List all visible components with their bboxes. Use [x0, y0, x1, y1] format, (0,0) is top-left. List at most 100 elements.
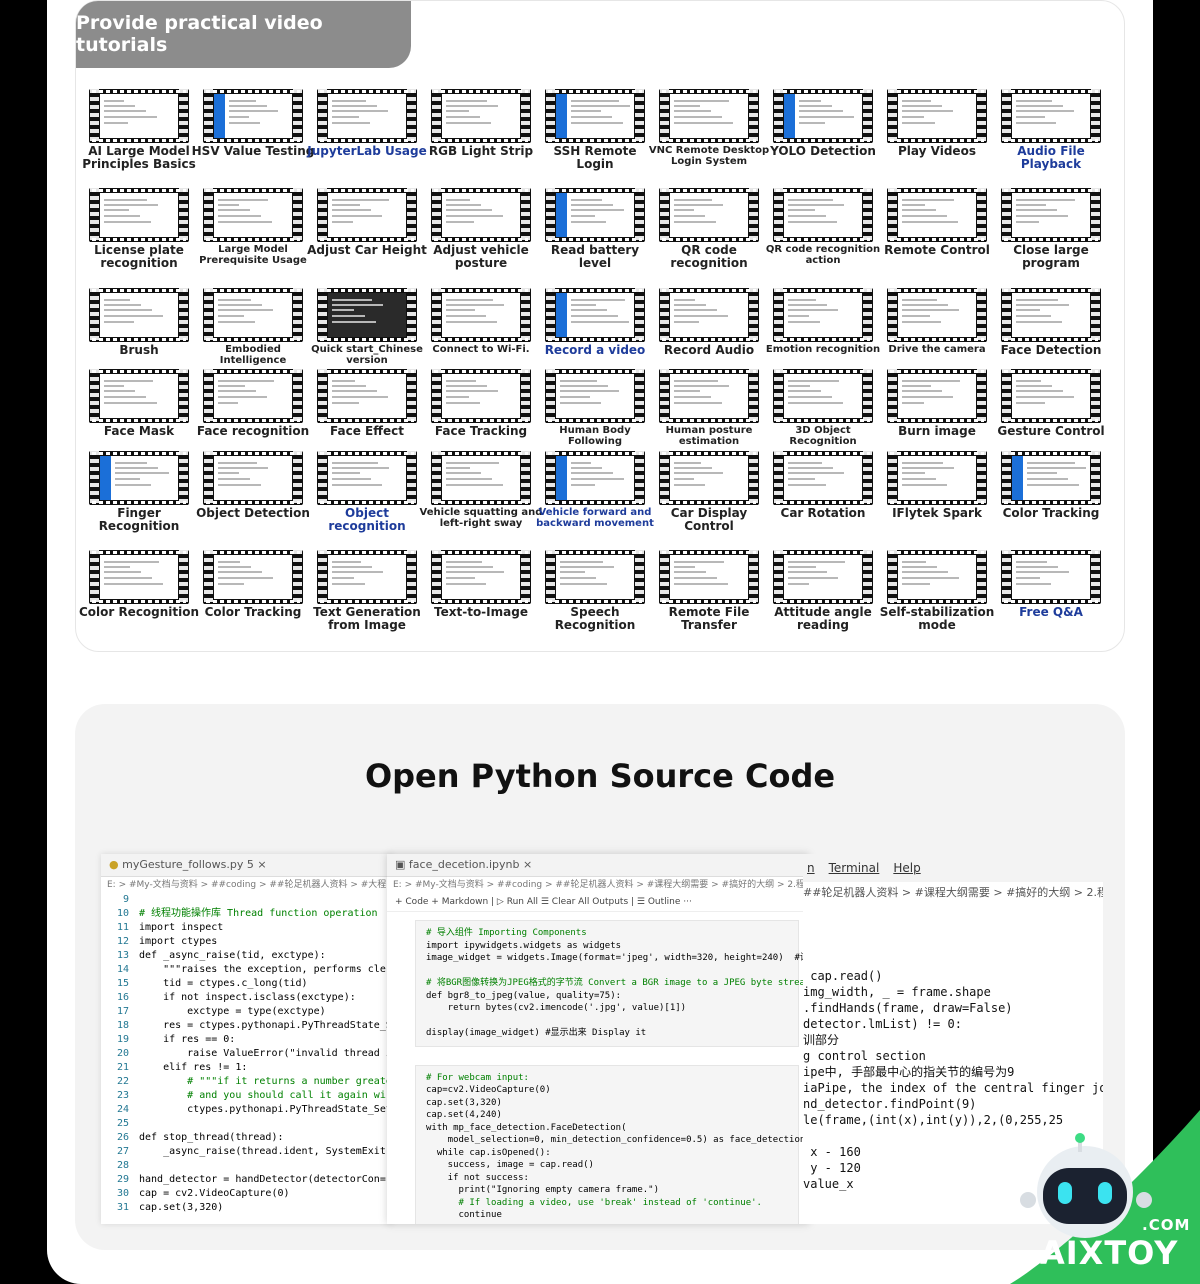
menu-item[interactable]: Terminal	[829, 861, 880, 875]
code-line: image_widget = widgets.Image(format='jpe…	[426, 953, 809, 963]
tutorial-label: Face recognition	[196, 424, 310, 438]
tutorial-tile[interactable]: Color Recognition	[79, 550, 199, 635]
tutorial-tile[interactable]: RGB Light Strip	[424, 89, 538, 174]
code-line: continue	[426, 1210, 502, 1220]
line-number: 26	[116, 1132, 129, 1143]
line-number: 13	[116, 950, 129, 961]
tutorial-tile[interactable]: Car Rotation	[766, 451, 880, 536]
tutorial-tile[interactable]: Quick start_Chinese version	[310, 288, 424, 373]
video-thumbnail	[773, 288, 873, 342]
tutorial-tile[interactable]: Remote Control	[880, 188, 994, 273]
tutorial-label: Large Model Prerequisite Usage	[199, 244, 307, 266]
video-thumbnail	[1001, 550, 1101, 604]
tutorial-tile[interactable]: Embodied Intelligence	[196, 288, 310, 373]
brand-domain: .COM	[1142, 1216, 1191, 1234]
tutorial-tile[interactable]: Burn image	[880, 369, 994, 454]
tutorial-tile[interactable]: Color Tracking	[994, 451, 1108, 536]
tutorial-tile[interactable]: Object recognition	[310, 451, 424, 536]
tutorial-tile[interactable]: Attitude angle reading	[766, 550, 880, 635]
tutorial-tile[interactable]: Brush	[82, 288, 196, 373]
tutorial-tile[interactable]: JupyterLab Usage	[307, 89, 427, 174]
line-number: 9	[122, 894, 129, 905]
tutorial-tile[interactable]: Face Mask	[82, 369, 196, 454]
code-text: raise ValueError("invalid thread i	[139, 1048, 392, 1059]
tutorial-label: Vehicle squatting and left-right sway	[419, 507, 543, 529]
tutorial-tile[interactable]: Adjust vehicle posture	[424, 188, 538, 273]
tutorial-tile[interactable]: SSH Remote Login	[538, 89, 652, 174]
video-thumbnail	[887, 369, 987, 423]
tutorial-tile[interactable]: Object Detection	[196, 451, 310, 536]
tutorial-tile[interactable]: Emotion recognition	[766, 288, 880, 373]
tutorial-tile[interactable]: Large Model Prerequisite Usage	[196, 188, 310, 273]
editor-tab[interactable]: ● myGesture_follows.py 5 ×	[101, 854, 393, 877]
notebook-tab[interactable]: ▣ face_decetion.ipynb ×	[387, 854, 809, 877]
menu-item[interactable]: Help	[893, 861, 920, 875]
tutorial-tile[interactable]: Face Effect	[310, 369, 424, 454]
tutorial-tile[interactable]: Color Tracking	[196, 550, 310, 635]
tutorial-tile[interactable]: Speech Recognition	[538, 550, 652, 635]
video-thumbnail	[203, 288, 303, 342]
close-icon[interactable]: ×	[257, 858, 266, 871]
tutorial-tile[interactable]: Audio File Playback	[994, 89, 1108, 174]
tutorial-tile[interactable]: Finger Recognition	[82, 451, 196, 536]
code-text: hand_detector = handDetector(detectorCon…	[139, 1174, 386, 1185]
tutorial-tile[interactable]: Vehicle forward and backward movement	[536, 451, 654, 536]
tutorial-tile[interactable]: Play Videos	[880, 89, 994, 174]
code-line: 16 if not inspect.isclass(exctype):	[101, 991, 393, 1005]
tutorial-label: Human Body Following	[559, 425, 631, 447]
editor-notebook: ▣ face_decetion.ipynb × E: > #My-文档与资料 >…	[387, 854, 809, 1224]
tutorial-tile[interactable]: Text Generation from Image	[310, 550, 424, 635]
tutorial-label: AI Large Model Principles Basics	[82, 144, 196, 171]
tutorial-tile[interactable]: Connect to Wi-Fi.	[424, 288, 538, 373]
tutorial-label: Brush	[119, 343, 159, 357]
tutorial-label: JupyterLab Usage	[307, 144, 427, 158]
code-line: 19 if res == 0:	[101, 1033, 393, 1047]
tutorial-tile[interactable]: HSV Value Testing	[192, 89, 314, 174]
tutorial-label: QR code recognition action	[765, 244, 881, 266]
tutorial-tile[interactable]: Record Audio	[652, 288, 766, 373]
tutorial-tile[interactable]: Close large program	[994, 188, 1108, 273]
notebook-cell[interactable]: # 导入组件 Importing Components import ipywid…	[415, 920, 809, 1047]
tutorial-tile[interactable]: Face Detection	[994, 288, 1108, 373]
tutorial-tile[interactable]: VNC Remote Desktop Login System	[649, 89, 769, 174]
tutorial-tile[interactable]: Free Q&A	[994, 550, 1108, 635]
tutorial-tile[interactable]: YOLO Detection	[766, 89, 880, 174]
notebook-toolbar[interactable]: + Code + Markdown | ▷ Run All ☰ Clear Al…	[387, 893, 809, 912]
tutorial-tile[interactable]: Text-to-Image	[424, 550, 538, 635]
tutorial-tile[interactable]: IFlytek Spark	[880, 451, 994, 536]
tutorial-tile[interactable]: Record a video	[538, 288, 652, 373]
video-thumbnail	[203, 369, 303, 423]
tutorial-label: Car Display Control	[670, 506, 748, 533]
tutorial-tile[interactable]: Adjust Car Height	[307, 188, 427, 273]
code-line: 28	[101, 1159, 393, 1173]
code-line: 11 import inspect	[101, 921, 393, 935]
tutorial-tile[interactable]: Vehicle squatting and left-right sway	[420, 451, 542, 536]
tutorial-tile[interactable]: Car Display Control	[652, 451, 766, 536]
tutorial-tile[interactable]: Human Body Following	[538, 369, 652, 454]
video-thumbnail	[317, 89, 417, 143]
tutorial-tile[interactable]: QR code recognition	[652, 188, 766, 273]
video-thumbnail	[1001, 369, 1101, 423]
video-thumbnail	[1001, 89, 1101, 143]
tutorial-tile[interactable]: Face Tracking	[424, 369, 538, 454]
notebook-cell[interactable]: # For webcam input: cap=cv2.VideoCapture(…	[415, 1064, 809, 1224]
code-line: 13 def _async_raise(tid, exctype):	[101, 949, 393, 963]
line-number: 14	[116, 964, 129, 975]
tutorial-tile[interactable]: Face recognition	[196, 369, 310, 454]
tutorial-tile[interactable]: Gesture Control	[994, 369, 1108, 454]
tutorial-tile[interactable]: Remote File Transfer	[652, 550, 766, 635]
code-area[interactable]: 9 10 # 线程功能操作库 Thread function operation 11…	[101, 893, 393, 1215]
video-thumbnail	[887, 550, 987, 604]
tutorial-tile[interactable]: Human posture estimation	[652, 369, 766, 454]
menu-item[interactable]: n	[807, 861, 815, 875]
close-icon[interactable]: ×	[523, 858, 532, 871]
tutorial-tile[interactable]: AI Large Model Principles Basics	[82, 89, 196, 174]
tutorial-tile[interactable]: Read battery level	[538, 188, 652, 273]
tutorial-tile[interactable]: License plate recognition	[82, 188, 196, 273]
tutorial-tile[interactable]: Drive the camera	[880, 288, 994, 373]
tutorial-tile[interactable]: 3D Object Recognition	[766, 369, 880, 454]
tutorial-label: 3D Object Recognition	[789, 425, 857, 447]
tutorial-tile[interactable]: Self-stabilization mode	[880, 550, 994, 635]
tutorial-tile[interactable]: QR code recognition action	[766, 188, 880, 273]
